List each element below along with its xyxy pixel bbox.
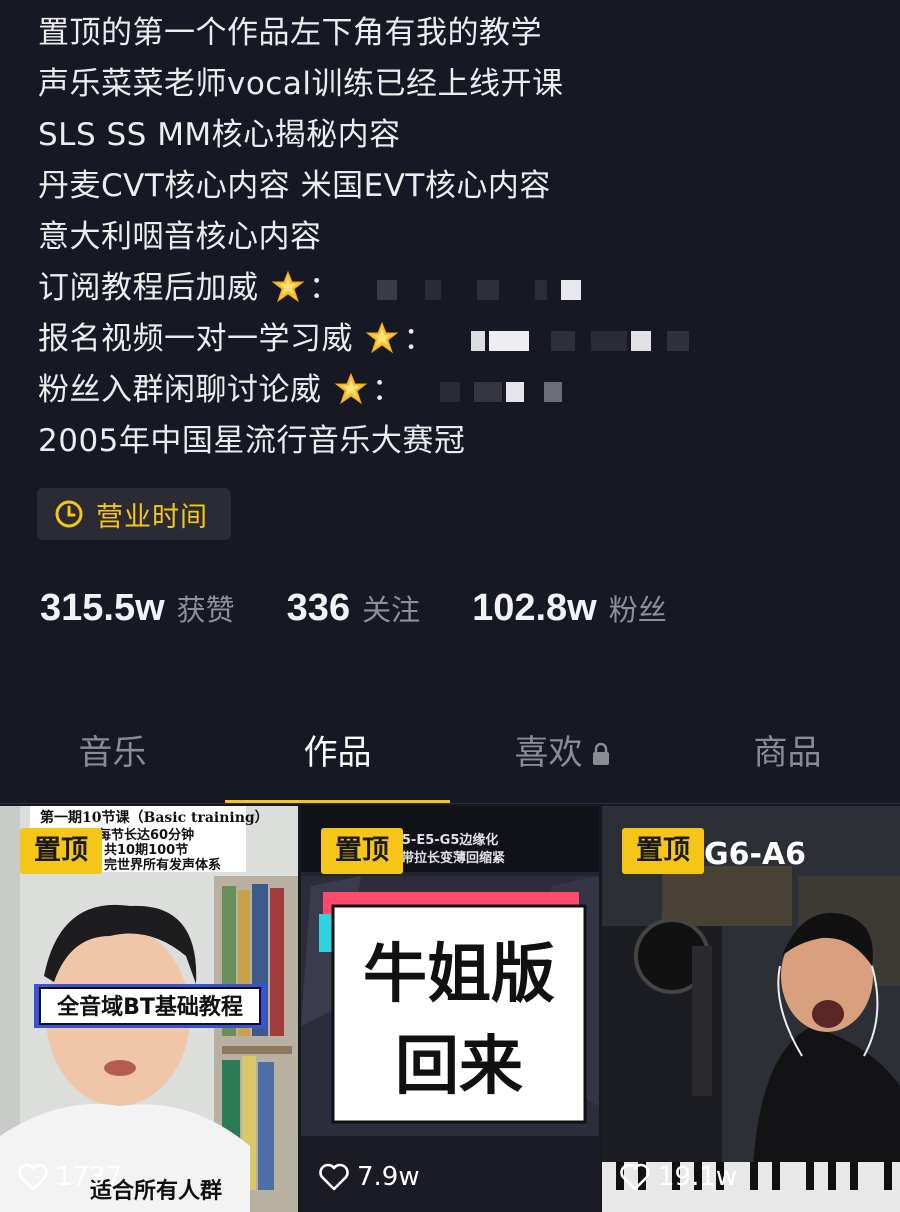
video-1-banner: 全音域BT基础教程 xyxy=(56,994,243,1020)
following-count: 336 xyxy=(286,586,351,629)
glowing-star-icon xyxy=(365,321,399,354)
bio-line: 2005年中国星流行音乐大赛冠 xyxy=(38,423,466,459)
heart-icon xyxy=(319,1163,349,1191)
pinned-badge: 置顶 xyxy=(20,828,102,874)
video-grid: 第一期10节课（Basic training） 每节长达60分钟 共10期100… xyxy=(0,806,900,1212)
like-count: 7.9w xyxy=(319,1162,420,1192)
likes-stat: 315.5w 获赞 xyxy=(40,587,235,630)
following-stat[interactable]: 336 关注 xyxy=(287,587,420,630)
video-2-card-line: 牛姐版 xyxy=(363,938,555,1012)
video-2-caption-line: E5-E5-G5边缘化 xyxy=(393,832,498,848)
redacted-contact xyxy=(376,280,587,300)
pinned-badge: 置顶 xyxy=(622,828,704,874)
business-hours-button[interactable]: 营业时间 xyxy=(37,488,231,540)
likes-label: 获赞 xyxy=(176,592,235,627)
tab-products[interactable]: 商品 xyxy=(675,724,900,804)
business-hours-label: 营业时间 xyxy=(96,501,208,533)
redacted-contact xyxy=(439,382,570,402)
video-thumbnail[interactable]: E5-E5-G5边缘化 带拉长变薄回缩紧 牛姐版 回来 置顶 7.9w xyxy=(301,806,599,1212)
tab-divider xyxy=(0,803,900,804)
bio-line: 丹麦CVT核心内容 米国EVT核心内容 xyxy=(38,168,551,204)
tab-music[interactable]: 音乐 xyxy=(0,724,225,804)
bio-line: 置顶的第一个作品左下角有我的教学 xyxy=(38,15,542,51)
video-1-caption-line: 第一期10节课（Basic training） xyxy=(40,809,269,826)
glowing-star-icon xyxy=(271,270,305,303)
clock-icon xyxy=(55,500,83,528)
video-3-caption: G6-A6 xyxy=(704,837,806,872)
video-thumbnail[interactable]: 第一期10节课（Basic training） 每节长达60分钟 共10期100… xyxy=(0,806,298,1212)
profile-bio: 置顶的第一个作品左下角有我的教学 声乐菜菜老师vocal训练已经上线开课 SLS… xyxy=(38,8,878,467)
heart-icon xyxy=(18,1163,48,1191)
video-thumbnail[interactable]: G6-A6 置顶 19.1w xyxy=(602,806,900,1212)
followers-stat[interactable]: 102.8w 粉丝 xyxy=(472,587,667,630)
heart-icon xyxy=(620,1163,650,1191)
profile-stats: 315.5w 获赞 336 关注 102.8w 粉丝 xyxy=(40,584,719,632)
profile-tabs: 音乐 作品 喜欢 商品 xyxy=(0,724,900,804)
likes-count: 315.5w xyxy=(40,586,165,629)
followers-label: 粉丝 xyxy=(608,592,667,627)
followers-count: 102.8w xyxy=(472,586,597,629)
tab-works[interactable]: 作品 xyxy=(225,724,450,804)
like-count: 1737 xyxy=(18,1162,122,1192)
glowing-star-icon xyxy=(334,372,368,405)
tab-liked[interactable]: 喜欢 xyxy=(450,724,675,804)
bio-line: 粉丝入群闲聊讨论威 ： xyxy=(38,365,878,416)
video-1-caption-line: 完世界所有发声体系 xyxy=(104,857,221,873)
video-2-card-line: 回来 xyxy=(395,1030,523,1104)
redacted-contact xyxy=(471,331,691,351)
pinned-badge: 置顶 xyxy=(321,828,403,874)
bio-line: 报名视频一对一学习威 ： xyxy=(38,314,878,365)
video-1-caption-line: 每节长达60分钟 xyxy=(98,827,194,843)
bio-line: SLS SS MM核心揭秘内容 xyxy=(38,117,401,153)
bio-line: 订阅教程后加威 ： xyxy=(38,263,878,314)
like-count: 19.1w xyxy=(620,1162,737,1192)
bio-line: 声乐菜菜老师vocal训练已经上线开课 xyxy=(38,66,564,102)
video-2-caption-line: 带拉长变薄回缩紧 xyxy=(401,850,505,866)
bio-line: 意大利咽音核心内容 xyxy=(38,219,322,255)
video-1-caption-line: 共10期100节 xyxy=(104,842,188,858)
lock-icon xyxy=(592,742,609,765)
following-label: 关注 xyxy=(362,592,421,627)
